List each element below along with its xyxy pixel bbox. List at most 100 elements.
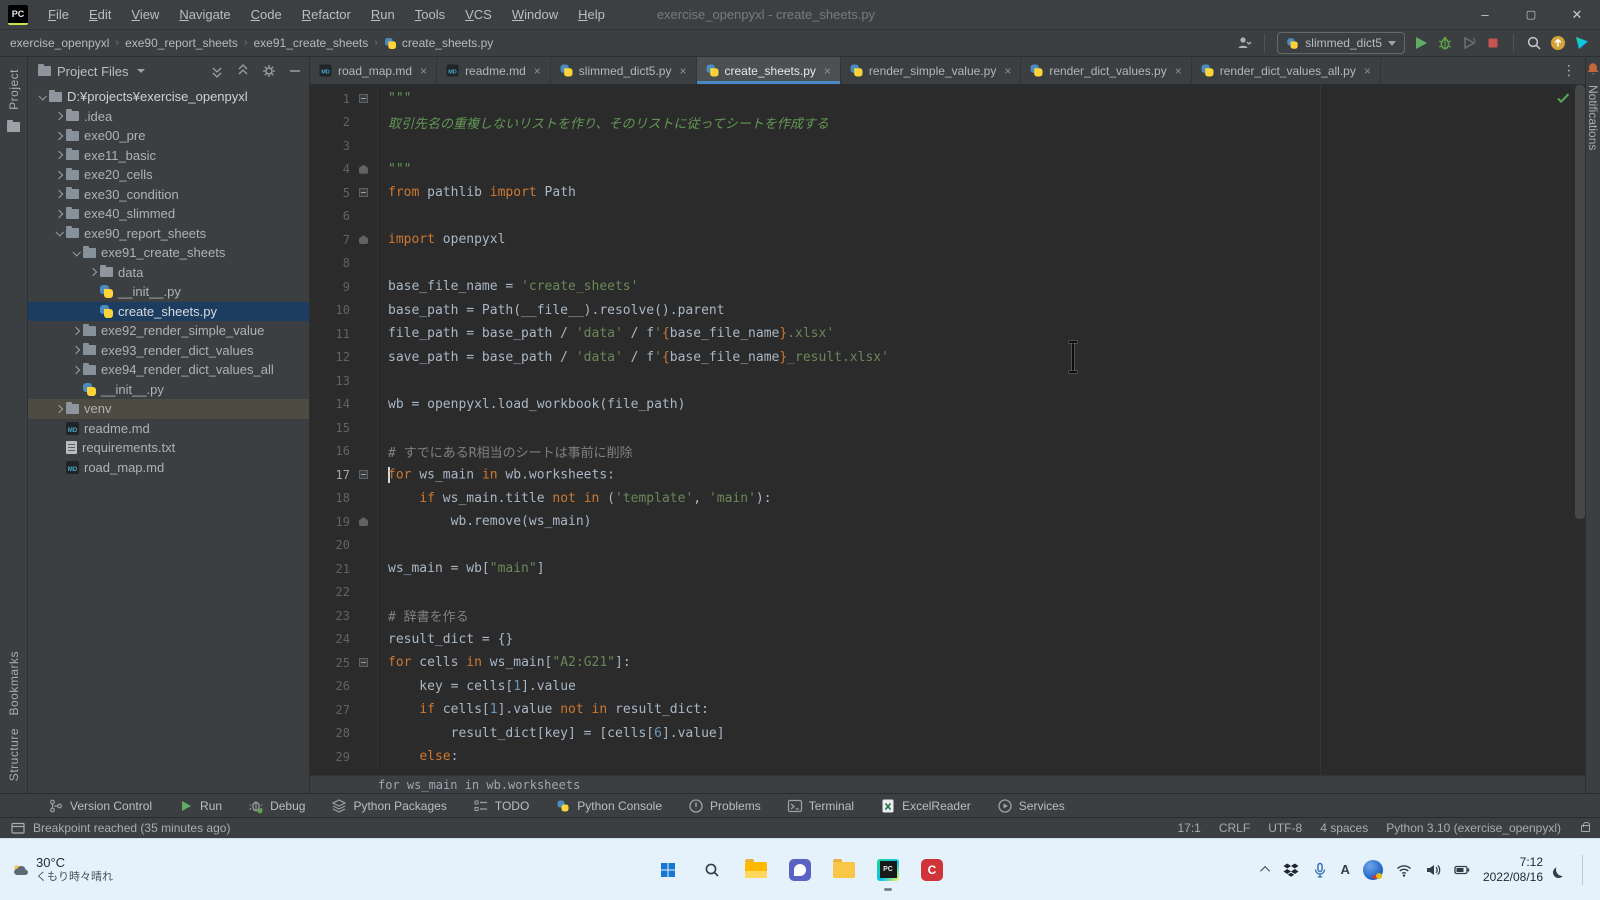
- taskbar-clock[interactable]: 7:12 2022/08/16: [1483, 855, 1543, 885]
- tool-strip-notifications[interactable]: Notifications: [1586, 85, 1600, 150]
- tree-row[interactable]: create_sheets.py: [28, 302, 309, 322]
- menu-item-file[interactable]: File: [38, 0, 79, 29]
- code-line[interactable]: 26 key = cells[1].value: [310, 675, 1585, 699]
- tree-row[interactable]: exe20_cells: [28, 165, 309, 185]
- toolwindow-item-terminal[interactable]: Terminal: [787, 798, 854, 814]
- code-line[interactable]: 21ws_main = wb["main"]: [310, 557, 1585, 581]
- tab-close-icon[interactable]: ×: [420, 64, 427, 78]
- code-line[interactable]: 13: [310, 369, 1585, 393]
- chevron-collapsed-icon[interactable]: [71, 346, 79, 354]
- run-config-select[interactable]: slimmed_dict5: [1277, 32, 1405, 54]
- tree-row[interactable]: venv: [28, 399, 309, 419]
- code-line[interactable]: 16# すでにあるR相当のシートは事前に削除: [310, 440, 1585, 464]
- code-line[interactable]: 10base_path = Path(__file__).resolve().p…: [310, 299, 1585, 323]
- tree-row[interactable]: exe92_render_simple_value: [28, 321, 309, 341]
- editor-tab[interactable]: create_sheets.py×: [697, 57, 841, 84]
- hide-panel-icon[interactable]: [287, 63, 303, 79]
- toolwindow-item-excelreader[interactable]: ExcelReader: [880, 798, 971, 814]
- breadcrumb-item[interactable]: create_sheets.py: [384, 36, 493, 50]
- tree-row[interactable]: __init__.py: [28, 380, 309, 400]
- tab-close-icon[interactable]: ×: [1004, 64, 1011, 78]
- chevron-collapsed-icon[interactable]: [54, 171, 62, 179]
- tree-row[interactable]: D:¥projects¥exercise_openpyxl: [28, 87, 309, 107]
- line-number[interactable]: 22: [310, 585, 350, 599]
- fold-marker-icon[interactable]: [359, 94, 368, 103]
- toolwindow-item-problems[interactable]: Problems: [688, 798, 761, 814]
- toolwindow-item-version-control[interactable]: Version Control: [48, 798, 152, 814]
- tree-row[interactable]: exe90_report_sheets: [28, 224, 309, 244]
- line-number[interactable]: 13: [310, 374, 350, 388]
- code-line[interactable]: 22: [310, 581, 1585, 605]
- fold-marker-icon[interactable]: [359, 658, 368, 667]
- taskbar-folder-icon[interactable]: [829, 855, 859, 885]
- code-line[interactable]: 14wb = openpyxl.load_workbook(file_path): [310, 393, 1585, 417]
- coverage-button[interactable]: [1461, 35, 1477, 51]
- menu-item-refactor[interactable]: Refactor: [292, 0, 361, 29]
- tree-row[interactable]: __init__.py: [28, 282, 309, 302]
- code-line[interactable]: 24result_dict = {}: [310, 628, 1585, 652]
- status-interpreter[interactable]: Python 3.10 (exercise_openpyxl): [1386, 821, 1561, 835]
- code-line[interactable]: 12save_path = base_path / 'data' / f'{ba…: [310, 346, 1585, 370]
- taskbar-weather-widget[interactable]: 30°C くもり時々晴れ: [0, 855, 113, 885]
- line-number[interactable]: 5: [310, 186, 350, 200]
- tab-close-icon[interactable]: ×: [534, 64, 541, 78]
- editor-tab[interactable]: slimmed_dict5.py×: [551, 57, 697, 84]
- inspections-ok-icon[interactable]: [1555, 90, 1571, 106]
- fold-marker-icon[interactable]: [359, 470, 368, 479]
- tray-battery-icon[interactable]: [1454, 862, 1470, 878]
- breakpoint-status-icon[interactable]: [10, 820, 26, 836]
- line-number[interactable]: 12: [310, 350, 350, 364]
- code-line[interactable]: 15: [310, 416, 1585, 440]
- chevron-collapsed-icon[interactable]: [54, 190, 62, 198]
- tree-row[interactable]: .idea: [28, 107, 309, 127]
- toolwindow-item-python-packages[interactable]: Python Packages: [331, 798, 446, 814]
- code-line[interactable]: 28 result_dict[key] = [cells[6].value]: [310, 722, 1585, 746]
- line-number[interactable]: 23: [310, 609, 350, 623]
- toolwindow-item-services[interactable]: Services: [997, 798, 1065, 814]
- toolwindow-item-debug[interactable]: Debug: [248, 798, 305, 814]
- menu-item-window[interactable]: Window: [502, 0, 568, 29]
- user-icon[interactable]: [1236, 35, 1252, 51]
- status-line-ending[interactable]: CRLF: [1219, 821, 1250, 835]
- tray-dropbox-icon[interactable]: [1283, 862, 1299, 878]
- code-line[interactable]: 27 if cells[1].value not in result_dict:: [310, 698, 1585, 722]
- line-number[interactable]: 6: [310, 209, 350, 223]
- toolwindow-item-run[interactable]: Run: [178, 798, 222, 814]
- chevron-collapsed-icon[interactable]: [54, 405, 62, 413]
- code-line[interactable]: 5from pathlib import Path: [310, 181, 1585, 205]
- tabs-overflow-menu-icon[interactable]: ⋮: [1554, 57, 1585, 84]
- editor-tab[interactable]: readme.md×: [437, 57, 551, 84]
- tool-strip-structure[interactable]: Structure: [7, 728, 21, 781]
- code-line[interactable]: 25for cells in ws_main["A2:G21"]:: [310, 651, 1585, 675]
- fold-marker-icon[interactable]: [359, 235, 368, 244]
- line-number[interactable]: 8: [310, 256, 350, 270]
- chevron-collapsed-icon[interactable]: [88, 268, 96, 276]
- line-number[interactable]: 28: [310, 726, 350, 740]
- line-number[interactable]: 7: [310, 233, 350, 247]
- tree-row[interactable]: exe93_render_dict_values: [28, 341, 309, 361]
- code-line[interactable]: 11file_path = base_path / 'data' / f'{ba…: [310, 322, 1585, 346]
- code-line[interactable]: 2取引先名の重複しないリストを作り、そのリストに従ってシートを作成する: [310, 111, 1585, 135]
- line-number[interactable]: 2: [310, 115, 350, 129]
- minimize-button[interactable]: –: [1462, 0, 1508, 29]
- chevron-collapsed-icon[interactable]: [54, 132, 62, 140]
- tool-strip-project[interactable]: Project: [7, 69, 21, 110]
- search-everywhere-button[interactable]: [1526, 35, 1542, 51]
- line-number[interactable]: 9: [310, 280, 350, 294]
- settings-gear-icon[interactable]: [261, 63, 277, 79]
- code-line[interactable]: 17for ws_main in wb.worksheets:: [310, 463, 1585, 487]
- code-line[interactable]: 7import openpyxl: [310, 228, 1585, 252]
- line-number[interactable]: 16: [310, 444, 350, 458]
- code-line[interactable]: 6: [310, 205, 1585, 229]
- moon-icon[interactable]: [1556, 863, 1569, 876]
- line-number[interactable]: 21: [310, 562, 350, 576]
- fold-marker-icon[interactable]: [359, 517, 368, 526]
- line-number[interactable]: 19: [310, 515, 350, 529]
- code-line[interactable]: 4""": [310, 158, 1585, 182]
- code-line[interactable]: 1""": [310, 87, 1585, 111]
- menu-item-tools[interactable]: Tools: [405, 0, 455, 29]
- chevron-expanded-icon[interactable]: [55, 228, 63, 236]
- menu-item-help[interactable]: Help: [568, 0, 615, 29]
- status-caret-position[interactable]: 17:1: [1177, 821, 1200, 835]
- close-button[interactable]: ✕: [1554, 0, 1600, 29]
